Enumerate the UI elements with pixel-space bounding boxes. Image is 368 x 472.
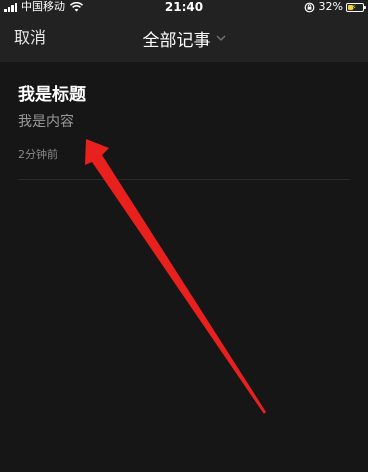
notes-filter-dropdown[interactable]: 全部记事 — [0, 14, 368, 62]
status-right: 32% ⚡ — [304, 0, 366, 14]
note-list: 我是标题 我是内容 2分钟前 — [0, 62, 368, 472]
note-item[interactable]: 我是标题 我是内容 2分钟前 — [0, 62, 368, 180]
note-body: 我是内容 — [18, 114, 74, 130]
note-title: 我是标题 — [18, 85, 86, 105]
note-timestamp: 2分钟前 — [18, 148, 58, 161]
rotation-lock-icon — [304, 2, 314, 12]
divider — [18, 179, 350, 180]
chevron-down-icon — [216, 35, 225, 41]
nav-title: 全部记事 — [142, 30, 211, 51]
battery-percent: 32% — [318, 0, 343, 13]
status-bar: 中国移动 21:40 32% ⚡ — [0, 0, 368, 14]
battery-icon: ⚡ — [346, 2, 366, 12]
nav-bar: 取消 全部记事 — [0, 14, 368, 62]
